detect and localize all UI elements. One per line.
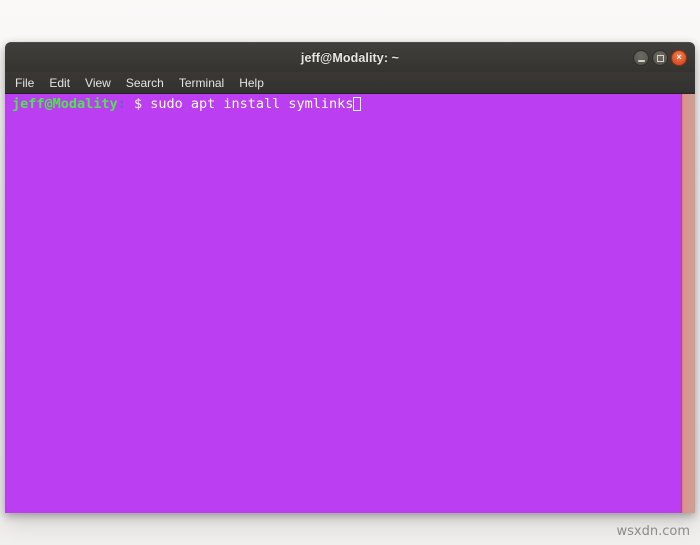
menu-item-search[interactable]: Search xyxy=(125,75,165,91)
menu-item-help[interactable]: Help xyxy=(238,75,265,91)
minimize-icon xyxy=(637,60,645,62)
terminal-window: jeff@Modality: ~ × File Edit View Search… xyxy=(5,42,695,513)
terminal-body[interactable]: jeff@Modality: $ sudo apt install symlin… xyxy=(5,94,695,513)
menu-item-edit[interactable]: Edit xyxy=(48,75,71,91)
prompt-symbol: $ xyxy=(125,96,151,112)
menu-bar: File Edit View Search Terminal Help xyxy=(5,72,695,94)
minimize-button[interactable] xyxy=(633,50,649,66)
title-bar[interactable]: jeff@Modality: ~ × xyxy=(5,42,695,72)
prompt-user-host: jeff@Modality xyxy=(12,96,118,112)
maximize-icon xyxy=(656,54,664,62)
terminal-prompt-line: jeff@Modality: $ sudo apt install symlin… xyxy=(12,96,682,112)
menu-item-view[interactable]: View xyxy=(84,75,112,91)
scrollbar-thumb[interactable] xyxy=(683,94,694,513)
menu-item-terminal[interactable]: Terminal xyxy=(178,75,225,91)
terminal-scrollbar[interactable] xyxy=(681,94,695,513)
terminal-command-text: sudo apt install symlinks xyxy=(150,96,354,112)
menu-item-file[interactable]: File xyxy=(14,75,35,91)
close-button[interactable]: × xyxy=(671,50,687,66)
close-icon: × xyxy=(676,52,682,62)
watermark: wsxdn.com xyxy=(616,524,691,539)
terminal-screen[interactable]: jeff@Modality: $ sudo apt install symlin… xyxy=(5,94,682,513)
window-controls: × xyxy=(633,43,687,73)
prompt-separator: : xyxy=(117,96,126,112)
text-cursor xyxy=(353,97,362,111)
maximize-button[interactable] xyxy=(652,50,668,66)
window-title: jeff@Modality: ~ xyxy=(300,50,400,65)
